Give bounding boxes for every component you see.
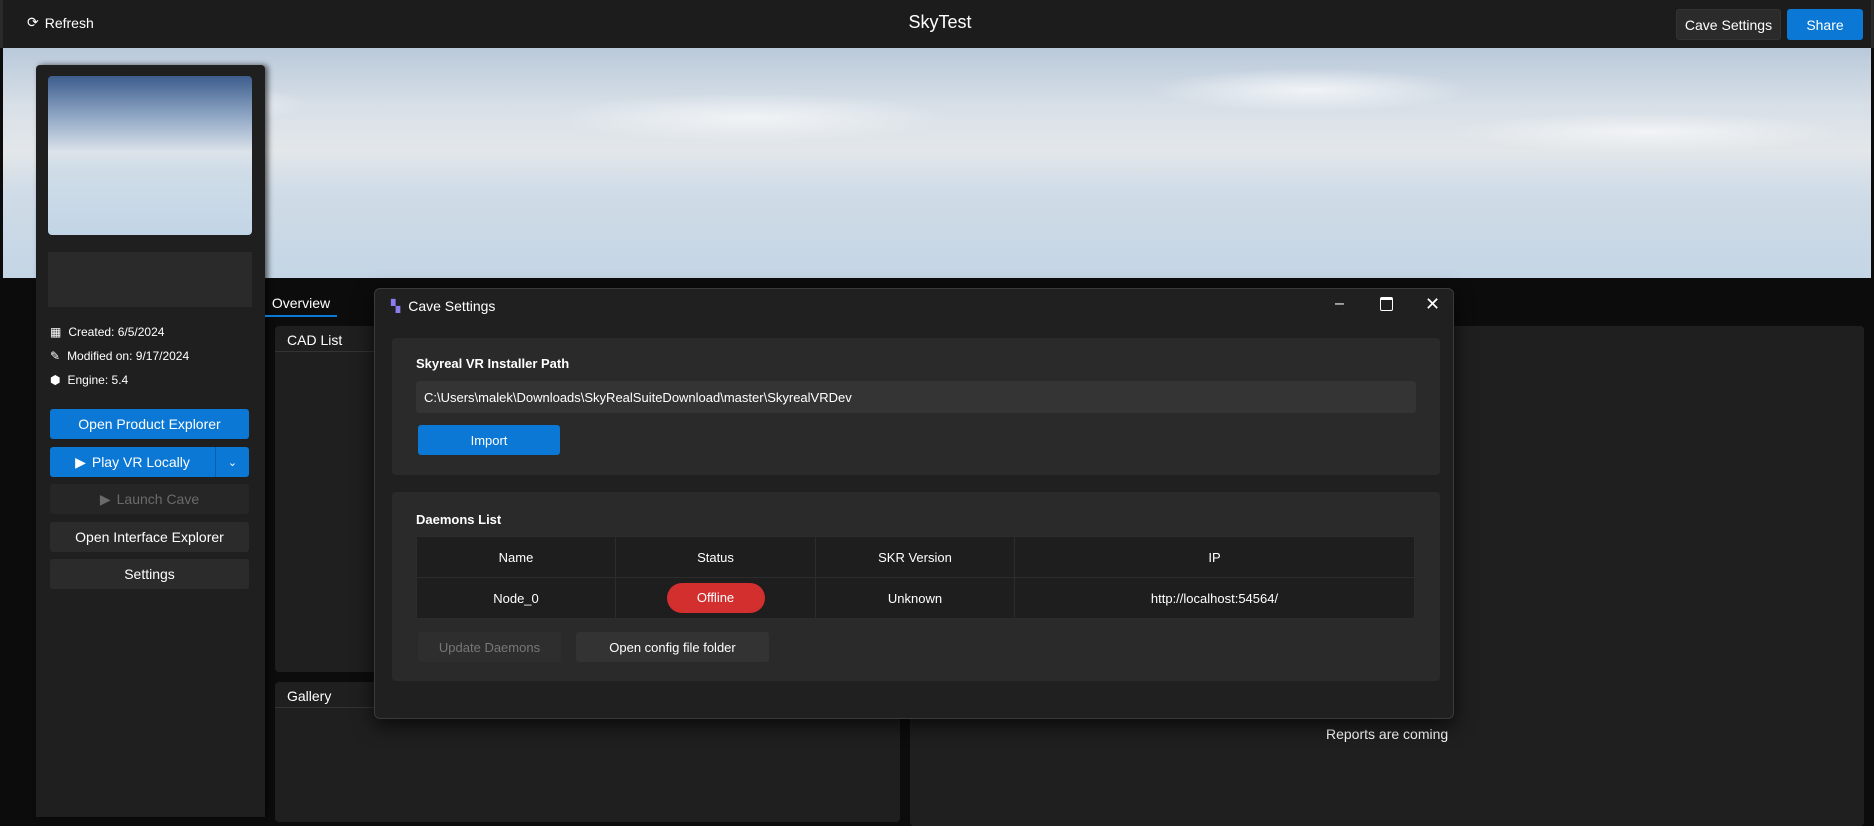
project-description [48, 252, 252, 307]
banner-clouds [3, 48, 1871, 188]
created-text: Created: 6/5/2024 [68, 325, 165, 339]
table-row: Node_0 Offline Unknown http://localhost:… [416, 577, 1415, 619]
settings-button[interactable]: Settings [50, 559, 249, 589]
top-bar: ⟳ Refresh SkyTest Cave Settings Share [0, 0, 1874, 48]
dialog-title: Cave Settings [408, 298, 496, 314]
column-header-ip: IP [1014, 536, 1415, 578]
project-sidebar: ▦ Created: 6/5/2024 ✎ Modified on: 9/17/20… [36, 65, 265, 817]
share-button[interactable]: Share [1787, 9, 1863, 40]
modified-info: ✎ Modified on: 9/17/2024 [50, 349, 189, 363]
table-header-row: Name Status SKR Version IP [416, 536, 1415, 578]
maximize-icon[interactable] [1380, 297, 1393, 311]
cube-icon: ⬢ [50, 373, 61, 387]
daemons-list-label: Daemons List [416, 512, 502, 527]
reports-message: Reports are coming [1326, 726, 1449, 742]
status-badge: Offline [666, 583, 765, 613]
daemon-ip: http://localhost:54564/ [1014, 577, 1415, 619]
minimize-icon[interactable]: – [1335, 295, 1344, 313]
play-vr-label: Play VR Locally [91, 454, 190, 470]
installer-path-label: Skyreal VR Installer Path [416, 356, 570, 371]
installer-path-section: Skyreal VR Installer Path Import [392, 338, 1440, 475]
engine-info: ⬢ Engine: 5.4 [50, 373, 128, 387]
play-icon: ▶ [75, 453, 86, 470]
close-icon[interactable]: ✕ [1425, 294, 1440, 315]
daemons-section: Daemons List Name Status SKR Version IP … [392, 492, 1440, 681]
launch-cave-label: Launch Cave [116, 491, 200, 507]
open-interface-explorer-button[interactable]: Open Interface Explorer [50, 522, 249, 552]
column-header-name: Name [416, 536, 616, 578]
daemon-name: Node_0 [416, 577, 616, 619]
daemon-status-cell: Offline [615, 577, 816, 619]
pencil-icon: ✎ [50, 349, 61, 363]
project-thumbnail [48, 76, 252, 235]
installer-path-input[interactable] [416, 381, 1416, 413]
cave-settings-dialog: ▚ Cave Settings – ✕ Skyreal VR Installer… [374, 288, 1454, 719]
created-info: ▦ Created: 6/5/2024 [50, 325, 164, 339]
chevron-down-icon[interactable]: ⌄ [216, 456, 249, 469]
update-daemons-button[interactable]: Update Daemons [418, 632, 561, 662]
column-header-skr-version: SKR Version [815, 536, 1015, 578]
import-button[interactable]: Import [418, 425, 560, 455]
engine-text: Engine: 5.4 [67, 373, 129, 387]
modified-text: Modified on: 9/17/2024 [67, 349, 190, 363]
app-title: SkyTest [908, 12, 972, 32]
open-config-folder-button[interactable]: Open config file folder [576, 632, 769, 662]
play-icon: ▶ [99, 490, 111, 507]
launch-cave-button[interactable]: ▶ Launch Cave [50, 484, 249, 514]
tab-overview[interactable]: Overview [265, 290, 337, 317]
dialog-title-bar: ▚ Cave Settings [391, 298, 495, 314]
calendar-icon: ▦ [50, 325, 62, 339]
daemons-table: Name Status SKR Version IP Node_0 Offlin… [416, 536, 1415, 619]
open-product-explorer-button[interactable]: Open Product Explorer [50, 409, 249, 439]
cave-settings-button[interactable]: Cave Settings [1676, 9, 1781, 40]
column-header-status: Status [615, 536, 816, 578]
daemon-version: Unknown [815, 577, 1015, 619]
play-vr-locally-button[interactable]: ▶ Play VR Locally ⌄ [50, 447, 249, 477]
app-logo-icon: ▚ [391, 299, 401, 313]
